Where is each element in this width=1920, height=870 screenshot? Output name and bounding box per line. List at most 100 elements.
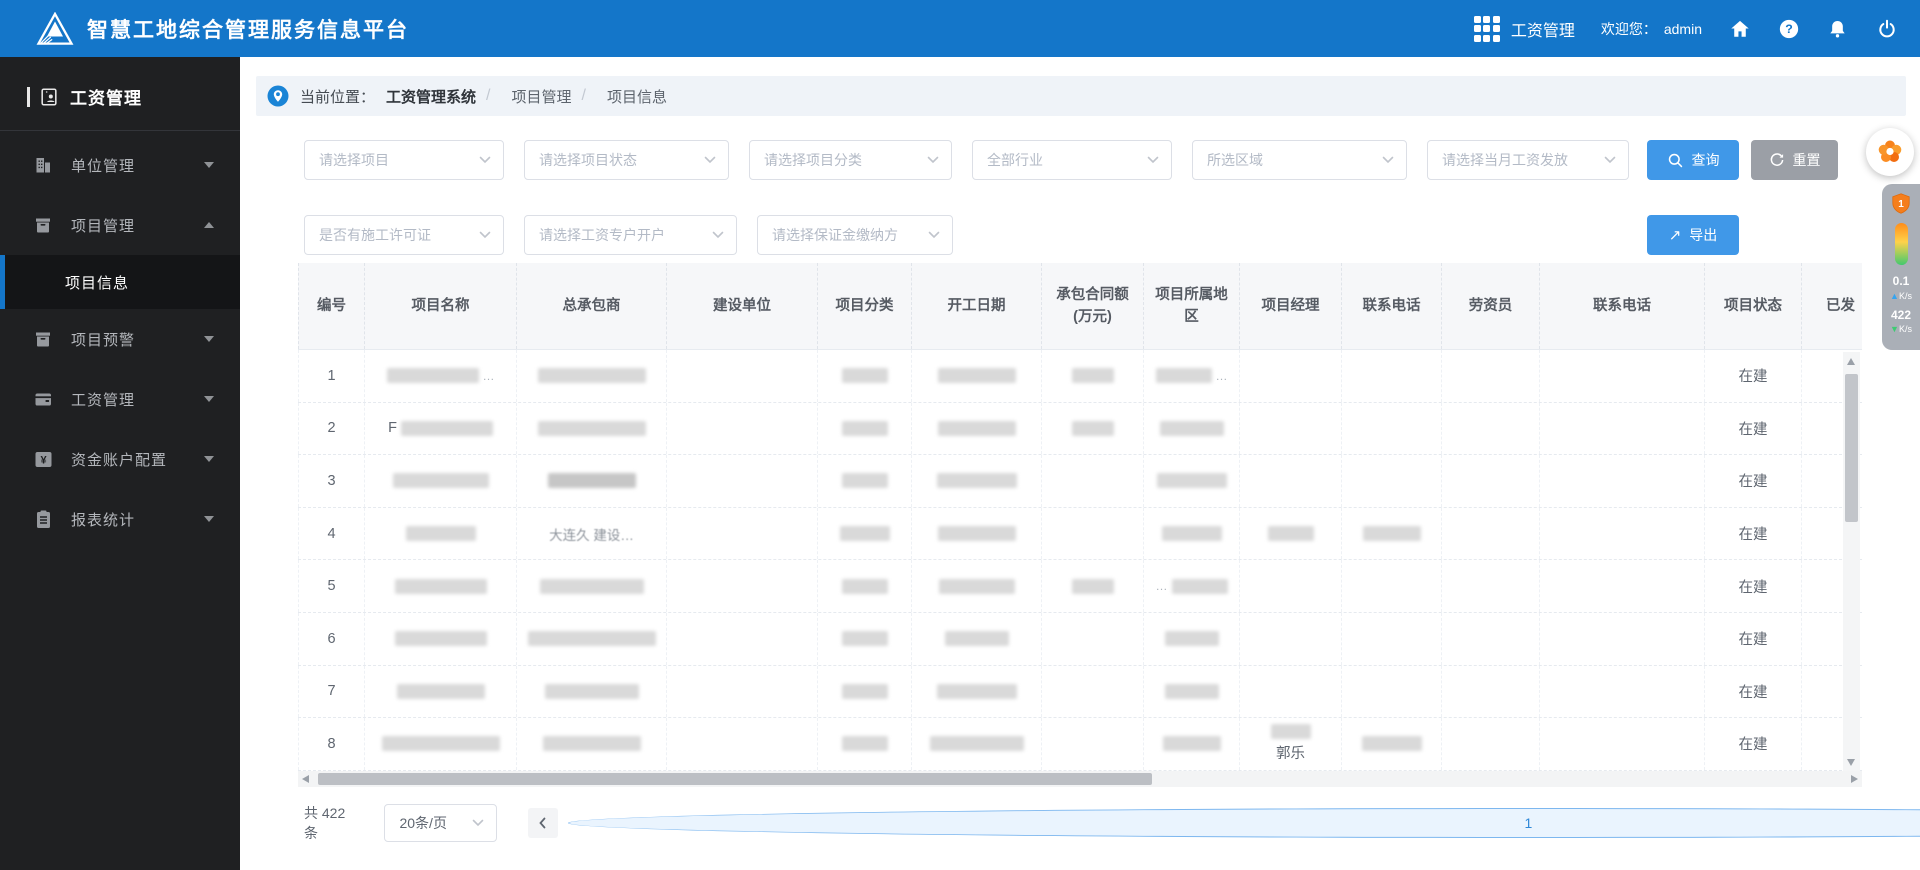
- redacted-value: [527, 631, 656, 647]
- table-cell: [912, 718, 1042, 770]
- sidebar-item-wage-management[interactable]: 工资管理: [0, 369, 240, 429]
- table-cell: 8: [298, 718, 365, 770]
- topbar-right: 工资管理 欢迎您： admin ?: [1473, 0, 1898, 57]
- sidebar-item-project-management[interactable]: 项目管理: [0, 195, 240, 255]
- table-row: 4 大连久 建设… 在建: [298, 507, 1862, 561]
- redacted-value: [1171, 578, 1228, 594]
- table-cell: …: [1144, 560, 1240, 612]
- sidebar-item-unit-management[interactable]: 单位管理: [0, 135, 240, 195]
- table-cell: [667, 665, 818, 718]
- page-size-select[interactable]: 20条/页: [384, 804, 498, 842]
- filter-select[interactable]: 是否有施工许可证: [304, 215, 504, 255]
- sidebar-header: 工资管理: [0, 57, 240, 130]
- power-icon[interactable]: [1875, 17, 1898, 40]
- breadcrumb-item[interactable]: 项目信息: [607, 86, 667, 107]
- table-cell: 在建: [1705, 560, 1802, 612]
- filter-select[interactable]: 所选区域: [1192, 140, 1407, 180]
- table-cell: [1042, 612, 1144, 665]
- redacted-value: [1164, 631, 1219, 647]
- table-cell: [1442, 612, 1540, 665]
- redacted-value: [542, 736, 641, 752]
- filter-select[interactable]: 全部行业: [972, 140, 1172, 180]
- main-content: 当前位置： 工资管理系统 / 项目管理 / 项目信息 请选择项目 请选择项目状态请…: [240, 57, 1920, 870]
- help-icon[interactable]: ?: [1777, 17, 1800, 40]
- network-speed-widget[interactable]: 1 0.1 ▲K/s 422 ▼K/s: [1882, 184, 1920, 350]
- sidebar-item-fund-account-config[interactable]: ¥ 资金账户配置: [0, 429, 240, 489]
- table-cell: [1342, 560, 1442, 612]
- chevron-down-icon: [1382, 156, 1394, 164]
- filter-select[interactable]: 请选择当月工资发放: [1427, 140, 1629, 180]
- sidebar-item-project-info[interactable]: 项目信息: [0, 255, 240, 309]
- table-cell: [1342, 665, 1442, 718]
- upload-speed: 0.1 ▲K/s: [1890, 274, 1912, 301]
- scroll-up-arrow-icon[interactable]: [1847, 358, 1855, 365]
- filter-select[interactable]: 请选择保证金缴纳方: [757, 215, 953, 255]
- prev-page-button[interactable]: [528, 808, 559, 838]
- scroll-left-arrow-icon[interactable]: [302, 775, 309, 783]
- table-cell: [1442, 402, 1540, 455]
- redacted-value: [547, 473, 636, 489]
- reset-button[interactable]: 重置: [1751, 140, 1838, 180]
- chevron-up-icon: [204, 222, 214, 228]
- table-row: 6 在建: [298, 612, 1862, 666]
- table-cell: [1144, 507, 1240, 560]
- breadcrumb-item[interactable]: 项目管理: [511, 86, 571, 107]
- redacted-value: [841, 578, 888, 594]
- redacted-value: [396, 683, 485, 699]
- filter-select[interactable]: 请选择项目: [304, 140, 504, 180]
- redacted-value: [1071, 420, 1114, 436]
- column-header: 承包合同额(万元): [1042, 263, 1144, 349]
- table-cell: [517, 350, 667, 402]
- scroll-down-arrow-icon[interactable]: [1847, 759, 1855, 766]
- search-button[interactable]: 查询: [1647, 140, 1739, 180]
- table-cell: 2: [298, 402, 365, 455]
- yuan-account-icon: ¥: [35, 452, 52, 467]
- export-button[interactable]: ↗ 导出: [1647, 215, 1739, 255]
- browser-assistant-button[interactable]: [1866, 128, 1914, 176]
- table-cell: …: [1144, 350, 1240, 402]
- sidebar-item-report-statistics[interactable]: 报表统计: [0, 489, 240, 549]
- table-cell: [1042, 560, 1144, 612]
- redacted-value: [1164, 683, 1219, 699]
- table-cell: [1442, 507, 1540, 560]
- page-button[interactable]: 1: [568, 808, 1920, 838]
- home-icon[interactable]: [1728, 17, 1751, 40]
- horizontal-scrollbar[interactable]: [298, 771, 1862, 787]
- report-clipboard-icon: [37, 510, 50, 528]
- table-cell: [365, 455, 517, 507]
- vertical-scrollbar-thumb[interactable]: [1845, 374, 1858, 522]
- redacted-value: [841, 631, 888, 647]
- table-cell: [667, 402, 818, 455]
- table-cell: 在建: [1705, 665, 1802, 718]
- vertical-scrollbar[interactable]: [1843, 352, 1860, 771]
- redacted-value: [394, 578, 487, 594]
- table-cell: [517, 718, 667, 770]
- module-switcher[interactable]: 工资管理: [1473, 15, 1575, 42]
- redacted-value: [381, 736, 500, 752]
- status-badge: 在建: [1738, 369, 1768, 386]
- filter-select[interactable]: 请选择工资专户开户: [524, 215, 737, 255]
- magnifier-icon: [1668, 153, 1682, 167]
- app-window: 智慧工地综合管理服务信息平台 工资管理 欢迎您： admin ? 工资管理 单位…: [0, 0, 1920, 870]
- svg-text:1: 1: [1898, 199, 1904, 210]
- column-header: 建设单位: [667, 263, 818, 349]
- chevron-down-icon: [204, 162, 214, 168]
- horizontal-scrollbar-thumb[interactable]: [318, 773, 1152, 785]
- table-cell: 5: [298, 560, 365, 612]
- scroll-right-arrow-icon[interactable]: [1851, 775, 1858, 783]
- redacted-value: [1071, 368, 1114, 384]
- table-cell: [517, 560, 667, 612]
- sidebar-item-project-alert[interactable]: 项目预警: [0, 309, 240, 369]
- bell-icon[interactable]: [1826, 17, 1849, 40]
- table-cell: [1540, 665, 1705, 718]
- table-cell: [818, 402, 912, 455]
- table-row: 5 … 在建: [298, 560, 1862, 613]
- table-cell: [818, 455, 912, 507]
- breadcrumb-root[interactable]: 工资管理系统: [386, 86, 476, 107]
- table-row: 3 在建: [298, 455, 1862, 508]
- chevron-down-icon: [927, 156, 939, 164]
- filter-select[interactable]: 请选择项目状态: [524, 140, 729, 180]
- filter-select[interactable]: 请选择项目分类: [749, 140, 952, 180]
- table-cell: [365, 718, 517, 770]
- welcome-text: 欢迎您： admin: [1600, 20, 1702, 37]
